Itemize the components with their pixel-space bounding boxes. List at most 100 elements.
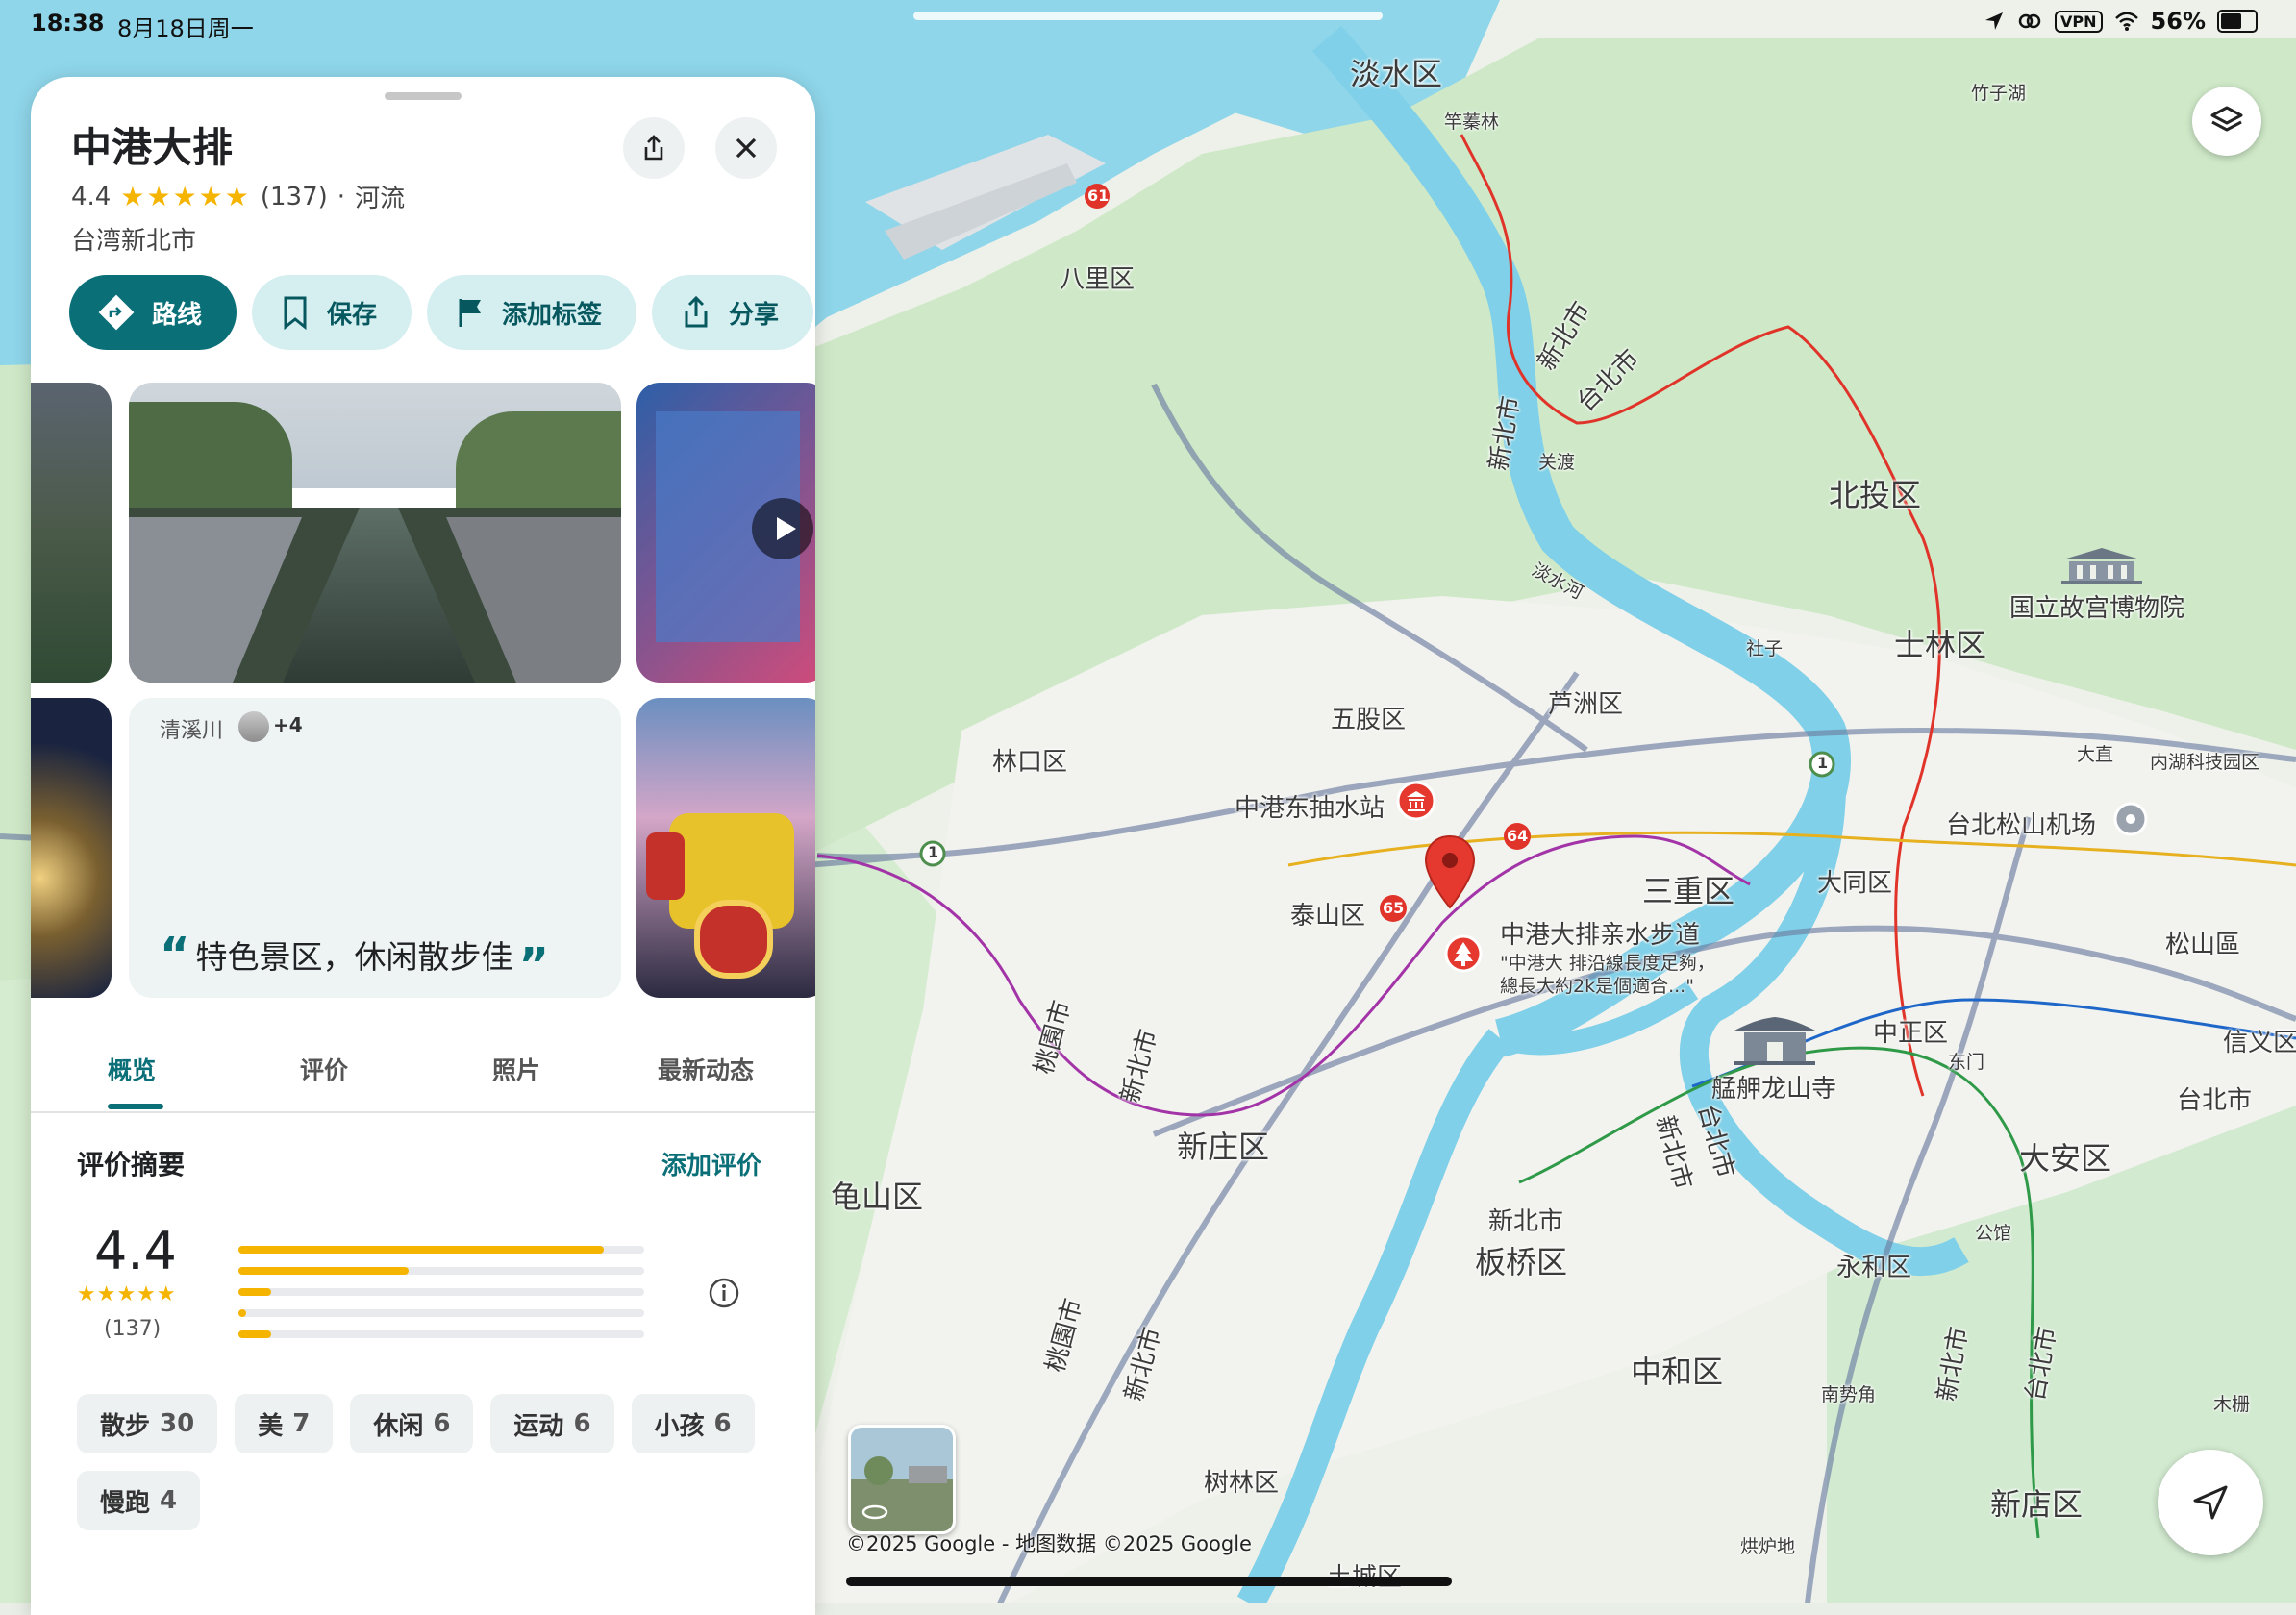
navigation-arrow-icon — [2193, 1485, 2228, 1520]
location-arrow-icon — [1985, 12, 2004, 30]
review-snippet-card[interactable]: 清溪川 +4 “ 特色景区，休闲散步佳 ” — [129, 698, 621, 998]
photo-carousel[interactable]: 清溪川 +4 “ 特色景区，休闲散步佳 ” — [31, 383, 815, 998]
save-button[interactable]: 保存 — [252, 275, 412, 350]
tag-chip[interactable]: 散步 30 — [77, 1394, 218, 1454]
status-date: 8月18日周一 — [117, 15, 254, 42]
street-view-thumbnail[interactable] — [848, 1425, 956, 1534]
map-label-xinzhuang: 新庄区 — [1177, 1129, 1270, 1165]
map-label-taibei-2: 台北市 — [2177, 1086, 2253, 1115]
photo-left-top[interactable] — [31, 383, 112, 683]
route-shield-61: 61 — [1087, 186, 1110, 205]
rating-bar-fill — [238, 1246, 604, 1254]
place-location: 台湾新北市 — [71, 227, 197, 256]
map-label-luzhou: 芦洲区 — [1548, 690, 1624, 719]
tag-count: 6 — [713, 1409, 732, 1438]
place-title: 中港大排 — [71, 124, 234, 171]
map-label-nanshijiao: 南势角 — [1821, 1384, 1877, 1405]
review-author: 清溪川 — [160, 719, 224, 743]
tab-reviews[interactable]: 评价 — [300, 1052, 348, 1086]
vpn-badge: VPN — [2055, 10, 2103, 33]
map-label-guishan: 龟山区 — [831, 1179, 924, 1215]
tag-chip[interactable]: 小孩 6 — [631, 1394, 755, 1454]
review-quote-text: 特色景区，休闲散步佳 — [195, 938, 513, 976]
map-label-xinbei-5: 新北市 — [1488, 1207, 1564, 1236]
photo-train-lantern[interactable] — [636, 698, 815, 998]
rating-bar-fill — [238, 1288, 271, 1296]
photo-left-bottom[interactable] — [31, 698, 112, 998]
place-category: 河流 — [355, 185, 406, 213]
map-label-mucha: 木栅 — [2213, 1394, 2251, 1415]
my-location-button[interactable] — [2158, 1450, 2263, 1555]
tag-count: 30 — [160, 1409, 195, 1438]
layers-button[interactable] — [2192, 87, 2261, 156]
map-label-tucheng: 土城区 — [1327, 1557, 1402, 1593]
tag-label: 美 — [258, 1411, 284, 1441]
close-button[interactable] — [715, 117, 777, 179]
museum-pin-icon[interactable] — [1396, 781, 1436, 821]
map-label-zhonghe: 中和区 — [1631, 1354, 1724, 1390]
share-label: 分享 — [729, 300, 780, 330]
tab-photos[interactable]: 照片 — [492, 1052, 540, 1086]
review-summary-title: 评价摘要 — [77, 1149, 186, 1180]
top-handle — [913, 12, 1383, 20]
bookmark-icon — [284, 296, 307, 330]
tag-count: 7 — [292, 1409, 311, 1438]
status-time: 18:38 — [31, 10, 105, 37]
selected-place-pin[interactable] — [1423, 834, 1477, 911]
route-shield-65: 65 — [1383, 899, 1405, 917]
add-label-button[interactable]: 添加标签 — [427, 275, 637, 350]
rating-bar-fill — [238, 1330, 271, 1338]
map-label-zhuzihu: 竹子湖 — [1971, 83, 2027, 104]
review-topic-tags: 散步 30 美7 休闲 6 运动 6 小孩 6 慢跑 4 — [77, 1394, 788, 1530]
map-label-zhuoweilin: 竿蓁林 — [1444, 112, 1500, 133]
photo-canal[interactable] — [129, 383, 621, 683]
map-label-shizi: 社子 — [1746, 638, 1784, 659]
map-label-zhongzheng: 中正区 — [1873, 1019, 1949, 1048]
home-indicator — [846, 1577, 1452, 1586]
directions-button[interactable]: 路线 — [69, 275, 237, 350]
map-label-yonghe: 永和区 — [1836, 1254, 1912, 1282]
map-label-pump-station[interactable]: 中港东抽水站 — [1235, 788, 1385, 824]
status-bar: 18:38 8月18日周一 VPN 56% — [0, 0, 2296, 48]
map-label-taishan: 泰山区 — [1290, 902, 1366, 931]
rating-bar-3 — [238, 1288, 644, 1296]
tag-count: 6 — [573, 1409, 591, 1438]
link-icon — [2018, 13, 2041, 29]
panel-grabber[interactable] — [385, 92, 462, 100]
rating-bar-1 — [238, 1330, 644, 1338]
temple-icon — [1734, 1017, 1815, 1065]
battery-icon — [2217, 10, 2258, 33]
summary-count: (137) — [104, 1317, 162, 1341]
tag-chip[interactable]: 慢跑 4 — [77, 1471, 201, 1530]
map-label-beitou: 北投区 — [1829, 477, 1922, 513]
tab-overview[interactable]: 概览 — [108, 1052, 156, 1086]
tag-label: 运动 — [513, 1411, 564, 1441]
map-label-banqiao: 板桥区 — [1475, 1244, 1568, 1280]
map-label-songshan-airport: 台北松山机场 — [1946, 811, 2097, 840]
route-shield-1b: 1 — [1817, 754, 1829, 772]
tag-chip[interactable]: 美7 — [235, 1394, 334, 1454]
map-label-walkway[interactable]: 中港大排亲水步道 — [1500, 915, 1700, 951]
tab-updates[interactable]: 最新动态 — [658, 1052, 754, 1086]
map-label-hongluodi: 烘炉地 — [1740, 1536, 1796, 1557]
tag-chip[interactable]: 休闲 6 — [350, 1394, 474, 1454]
rating-row[interactable]: 4.4 ★★★★★ (137) · 河流 — [71, 179, 405, 214]
photo-video[interactable] — [636, 383, 815, 683]
tag-count: 6 — [433, 1409, 451, 1438]
info-icon[interactable] — [708, 1277, 740, 1309]
dot-separator: · — [337, 182, 346, 211]
share-button[interactable]: 分享 — [652, 275, 814, 350]
rating-bar-2 — [238, 1309, 644, 1317]
review-quote: “ 特色景区，休闲散步佳 ” — [160, 921, 549, 988]
wifi-icon — [2114, 12, 2138, 31]
summary-rating: 4.4 — [94, 1221, 177, 1281]
play-button[interactable] — [752, 498, 813, 559]
rating-bar-fill — [238, 1267, 410, 1275]
battery-percent: 56% — [2150, 8, 2206, 35]
map-label-xindian: 新店区 — [1990, 1486, 2084, 1523]
tag-chip[interactable]: 运动 6 — [490, 1394, 614, 1454]
park-pin-icon[interactable] — [1444, 934, 1483, 973]
add-review-link[interactable]: 添加评价 — [661, 1146, 761, 1181]
share-button-top[interactable] — [623, 117, 685, 179]
map-label-palace-museum: 国立故宫博物院 — [2009, 594, 2185, 623]
